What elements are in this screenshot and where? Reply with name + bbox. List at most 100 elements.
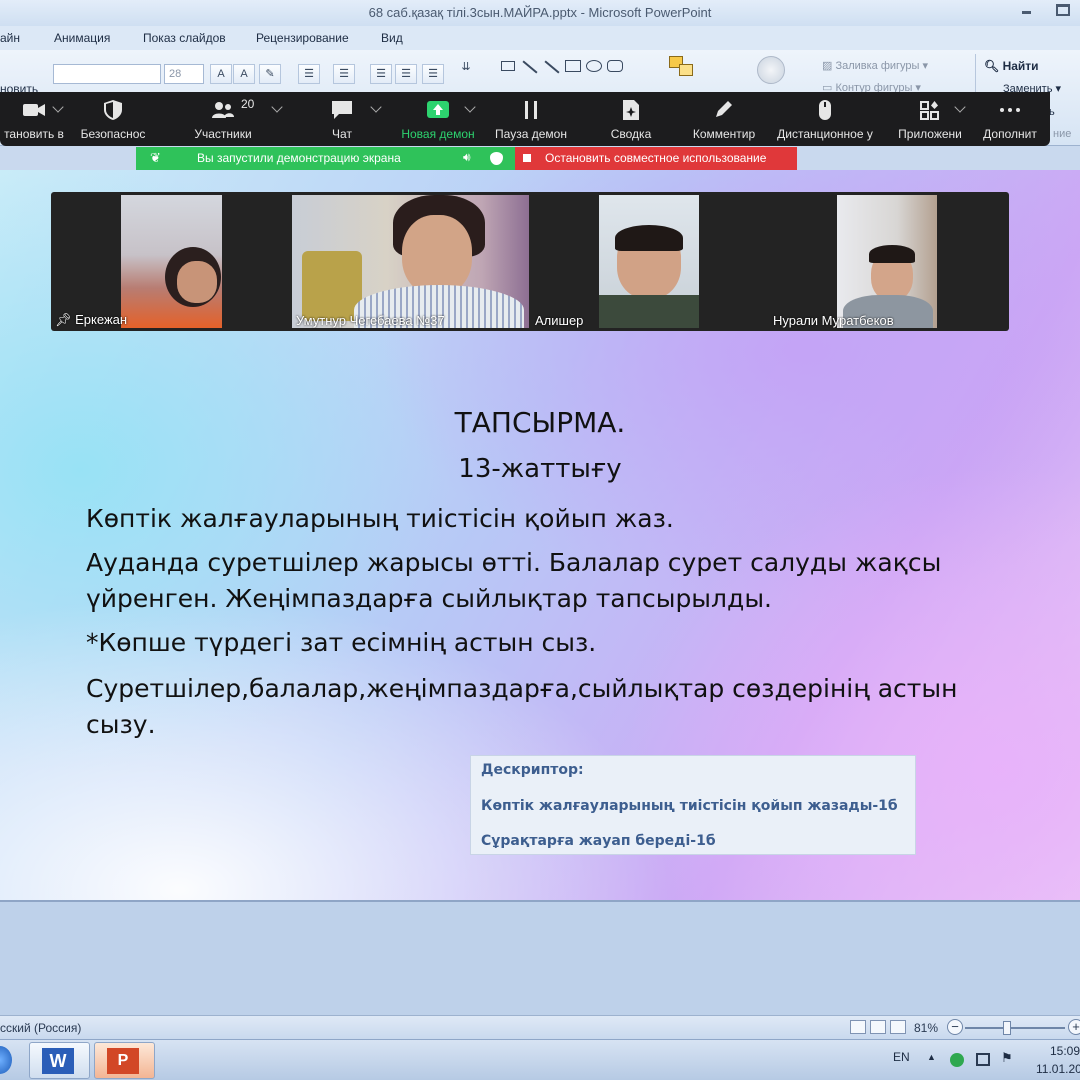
- tab-animation[interactable]: Анимация: [54, 31, 110, 45]
- text-direction-icon[interactable]: ⇊: [455, 58, 477, 78]
- zoom-level[interactable]: 81%: [914, 1021, 938, 1035]
- rounded-rect-shape-icon[interactable]: [607, 60, 623, 72]
- pause-icon: [525, 101, 537, 119]
- more-button[interactable]: Дополнит: [976, 92, 1044, 146]
- tab-design[interactable]: айн: [0, 31, 20, 45]
- language-indicator[interactable]: сский (Россия): [0, 1021, 81, 1035]
- font-name-input[interactable]: [53, 64, 161, 84]
- find-button[interactable]: 🔍︎ Найти: [984, 59, 1039, 73]
- summary-button[interactable]: Сводка: [600, 92, 662, 146]
- chat-button[interactable]: Чат: [312, 92, 372, 146]
- descriptor-item-2: Сұрақтарға жауап береді-1б: [481, 833, 716, 849]
- taskbar: W P EN ▲ ⚑ 15:09 11.01.20: [0, 1039, 1080, 1080]
- remote-control-button[interactable]: Дистанционное у: [770, 92, 880, 146]
- bullets-button[interactable]: ☰: [298, 64, 320, 84]
- participants-chevron-icon[interactable]: [271, 101, 283, 113]
- zoom-in-button[interactable]: +: [1068, 1019, 1080, 1035]
- stop-share-button[interactable]: Остановить совместное использование: [515, 147, 797, 170]
- taskbar-word-button[interactable]: W: [29, 1042, 90, 1079]
- grow-font-button[interactable]: A: [210, 64, 232, 84]
- tab-review[interactable]: Рецензирование: [256, 31, 349, 45]
- zoom-meeting-toolbar: тановить в Безопаснос Участники 20 Чат Н…: [0, 92, 1050, 146]
- apps-icon: [920, 101, 939, 120]
- clock-time[interactable]: 15:09: [1050, 1044, 1080, 1058]
- arrow-shape-icon[interactable]: [544, 60, 560, 74]
- participant-hair: [615, 225, 683, 251]
- pause-share-button[interactable]: Пауза демон: [490, 92, 572, 146]
- speaker-icon[interactable]: 🔊︎: [463, 150, 471, 165]
- font-size-input[interactable]: 28: [164, 64, 204, 84]
- video-tile-3[interactable]: [599, 195, 699, 328]
- fill-shape-button[interactable]: ▨ Заливка фигуры ▾: [822, 59, 928, 72]
- slide-sorter-view-icon[interactable]: [870, 1020, 886, 1034]
- shield-check-icon: [490, 152, 503, 165]
- summary-icon: [623, 100, 639, 120]
- zoom-out-button[interactable]: −: [947, 1019, 963, 1035]
- numbering-button[interactable]: ☰: [333, 64, 355, 84]
- line-shape-icon[interactable]: [522, 60, 538, 74]
- network-tray-icon[interactable]: [976, 1053, 990, 1066]
- new-share-button[interactable]: Новая демон: [396, 92, 480, 146]
- reading-view-icon[interactable]: [890, 1020, 906, 1034]
- window-title: 68 саб.қазақ тілі.3сын.МАЙРА.pptx - Micr…: [368, 5, 712, 20]
- slide-task-line: Көптік жалғауларының тиістісін қойып жаз…: [86, 504, 674, 533]
- taskbar-powerpoint-button[interactable]: P: [94, 1042, 155, 1079]
- sharing-leaf-icon: ❦: [150, 150, 161, 165]
- start-video-label: тановить в: [4, 127, 64, 141]
- zoom-slider[interactable]: [965, 1027, 1065, 1029]
- maximize-icon[interactable]: [1056, 4, 1070, 16]
- find-label: Найти: [1002, 59, 1039, 73]
- pause-share-label: Пауза демон: [495, 127, 567, 141]
- video-tile-4[interactable]: [837, 195, 937, 328]
- annotate-label: Комментир: [692, 127, 756, 141]
- increase-indent-button[interactable]: ☰: [395, 64, 417, 84]
- descriptor-title: Дескриптор:: [481, 762, 584, 778]
- slide-answer-line-2: сызу.: [86, 710, 156, 739]
- chat-icon: [332, 101, 352, 119]
- window-title-bar: 68 саб.қазақ тілі.3сын.МАЙРА.pptx - Micr…: [0, 0, 1080, 26]
- participant-shirt: [599, 295, 699, 328]
- video-tile-2[interactable]: [292, 195, 529, 328]
- normal-view-icon[interactable]: [850, 1020, 866, 1034]
- start-button[interactable]: [0, 1046, 12, 1074]
- textbox-shape-icon[interactable]: [501, 61, 515, 71]
- start-video-button[interactable]: тановить в: [0, 92, 68, 146]
- tab-slideshow[interactable]: Показ слайдов: [143, 31, 226, 45]
- slide-sentence-line-1: Ауданда суретшілер жарысы өтті. Балалар …: [86, 548, 942, 577]
- video-tile-1[interactable]: [121, 195, 222, 328]
- line-spacing-button[interactable]: ☰: [422, 64, 444, 84]
- editing-group-label: ние: [1053, 128, 1072, 140]
- minimize-icon[interactable]: [1020, 4, 1032, 16]
- pin-icon: 📌︎: [55, 312, 72, 327]
- arrange-icon-back: [679, 64, 693, 76]
- video-gallery-strip: 📌︎ Еркежан Умутнур Чегебаева №37 Алишер …: [51, 192, 1009, 331]
- video-name-1-text: Еркежан: [75, 312, 128, 327]
- security-tray-icon[interactable]: [950, 1053, 964, 1067]
- shrink-font-button[interactable]: A: [233, 64, 255, 84]
- tab-view[interactable]: Вид: [381, 31, 403, 45]
- annotate-button[interactable]: Комментир: [686, 92, 762, 146]
- clear-format-button[interactable]: ✎: [259, 64, 281, 84]
- oval-shape-icon[interactable]: [586, 60, 602, 72]
- input-language[interactable]: EN: [893, 1050, 910, 1064]
- slide-exercise-number: 13-жаттығу: [458, 454, 622, 484]
- apps-label: Приложени: [898, 127, 962, 141]
- chat-chevron-icon[interactable]: [370, 101, 382, 113]
- new-share-label: Новая демон: [401, 127, 475, 141]
- apps-button[interactable]: Приложени: [892, 92, 968, 146]
- zoom-slider-thumb[interactable]: [1003, 1021, 1011, 1035]
- security-button[interactable]: Безопаснос: [74, 92, 152, 146]
- rectangle-shape-icon[interactable]: [565, 60, 581, 72]
- powerpoint-icon: P: [107, 1048, 139, 1074]
- sharing-status-banner: ❦ Вы запустили демонстрацию экрана 🔊︎: [136, 147, 515, 170]
- video-camera-icon: [23, 104, 45, 116]
- decrease-indent-button[interactable]: ☰: [370, 64, 392, 84]
- clock-date[interactable]: 11.01.20: [1036, 1062, 1080, 1076]
- quick-styles-icon[interactable]: [757, 56, 785, 84]
- slide-sentence-line-2: үйренген. Жеңімпаздарға сыйлықтар тапсыр…: [86, 584, 772, 613]
- participant-face: [177, 261, 217, 303]
- participant-face: [402, 215, 472, 295]
- descriptor-item-1: Көптік жалғауларының тиістісін қойып жаз…: [481, 798, 898, 814]
- tray-expand-icon[interactable]: ▲: [927, 1052, 936, 1062]
- flag-tray-icon[interactable]: ⚑: [1001, 1050, 1013, 1066]
